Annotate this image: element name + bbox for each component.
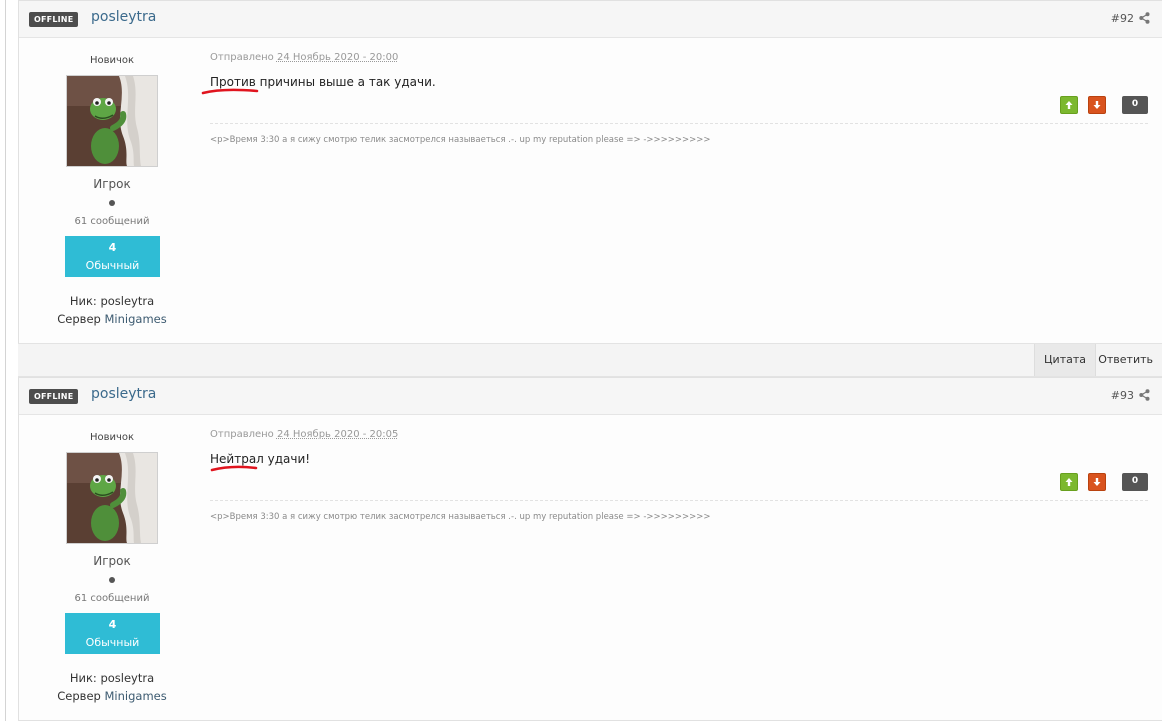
author-server: Сервер Minigames: [19, 312, 205, 326]
avatar[interactable]: [66, 452, 158, 544]
status-badge: OFFLINE: [29, 389, 79, 404]
posted-date[interactable]: 24 Ноябрь 2020 - 20:05: [277, 429, 398, 440]
online-dot: [109, 577, 115, 583]
arrow-down-icon: [1093, 478, 1101, 486]
vote-controls: 0: [1058, 96, 1148, 114]
reputation-title: Обычный: [85, 259, 140, 272]
author-link[interactable]: posleytra: [91, 9, 156, 25]
author-rank: Новичок: [89, 432, 135, 443]
post-number-link[interactable]: #92: [1111, 12, 1134, 25]
share-icon[interactable]: [1139, 389, 1150, 401]
red-underline-annotation: [201, 88, 259, 95]
reputation-level: 4: [108, 618, 117, 631]
post-header: OFFLINE posleytra #92: [19, 1, 1162, 38]
page-left-border: [5, 0, 6, 721]
reply-button[interactable]: Ответить: [1089, 344, 1162, 376]
author-server: Сервер Minigames: [19, 689, 205, 703]
online-dot: [109, 200, 115, 206]
posted-info: Отправлено 24 Ноябрь 2020 - 20:05: [210, 429, 398, 440]
author-group: Игрок: [93, 554, 131, 568]
reputation-count: 0: [1122, 96, 1148, 114]
posted-label: Отправлено: [210, 429, 277, 440]
vote-up-button[interactable]: [1060, 96, 1078, 114]
vote-up-button[interactable]: [1060, 473, 1078, 491]
author-nick: Ник: posleytra: [69, 671, 155, 685]
author-rank: Новичок: [89, 55, 135, 66]
avatar[interactable]: [66, 75, 158, 167]
quote-button[interactable]: Цитата: [1034, 344, 1096, 376]
reputation-title: Обычный: [85, 636, 140, 649]
reputation-box: 4 Обычный: [65, 236, 160, 277]
author-nick: Ник: posleytra: [69, 294, 155, 308]
post-header: OFFLINE posleytra #93: [19, 378, 1162, 415]
vote-down-button[interactable]: [1088, 473, 1106, 491]
forum-post: OFFLINE posleytra #92 Новичок Игрок 61 с…: [18, 0, 1162, 344]
server-value: Minigames: [104, 689, 167, 703]
author-link[interactable]: posleytra: [91, 386, 156, 402]
posted-info: Отправлено 24 Ноябрь 2020 - 20:00: [210, 52, 398, 63]
server-label: Сервер: [57, 312, 105, 326]
signature-separator: [210, 500, 1148, 501]
signature-separator: [210, 123, 1148, 124]
post-message: Против причины выше а так удачи.: [210, 75, 436, 89]
server-value: Minigames: [104, 312, 167, 326]
arrow-down-icon: [1093, 101, 1101, 109]
signature: <p>Время 3:30 а я сижу смотрю телик засм…: [210, 512, 711, 522]
vote-controls: 0: [1058, 473, 1148, 491]
post-actions-bar: Цитата Ответить: [18, 343, 1162, 377]
reputation-box: 4 Обычный: [65, 613, 160, 654]
post-message: Нейтрал удачи!: [210, 452, 311, 466]
server-label: Сервер: [57, 689, 105, 703]
arrow-up-icon: [1065, 101, 1073, 109]
post-count: 61 сообщений: [74, 593, 150, 604]
posted-label: Отправлено: [210, 52, 277, 63]
post-count: 61 сообщений: [74, 216, 150, 227]
share-icon[interactable]: [1139, 12, 1150, 24]
forum-post: OFFLINE posleytra #93 Новичок Игрок 61 с…: [18, 377, 1162, 721]
posted-date[interactable]: 24 Ноябрь 2020 - 20:00: [277, 52, 398, 63]
post-number-link[interactable]: #93: [1111, 389, 1134, 402]
reputation-level: 4: [108, 241, 117, 254]
signature: <p>Время 3:30 а я сижу смотрю телик засм…: [210, 135, 711, 145]
red-underline-annotation: [210, 465, 258, 472]
arrow-up-icon: [1065, 478, 1073, 486]
status-badge: OFFLINE: [29, 12, 79, 27]
reputation-count: 0: [1122, 473, 1148, 491]
vote-down-button[interactable]: [1088, 96, 1106, 114]
author-group: Игрок: [93, 177, 131, 191]
